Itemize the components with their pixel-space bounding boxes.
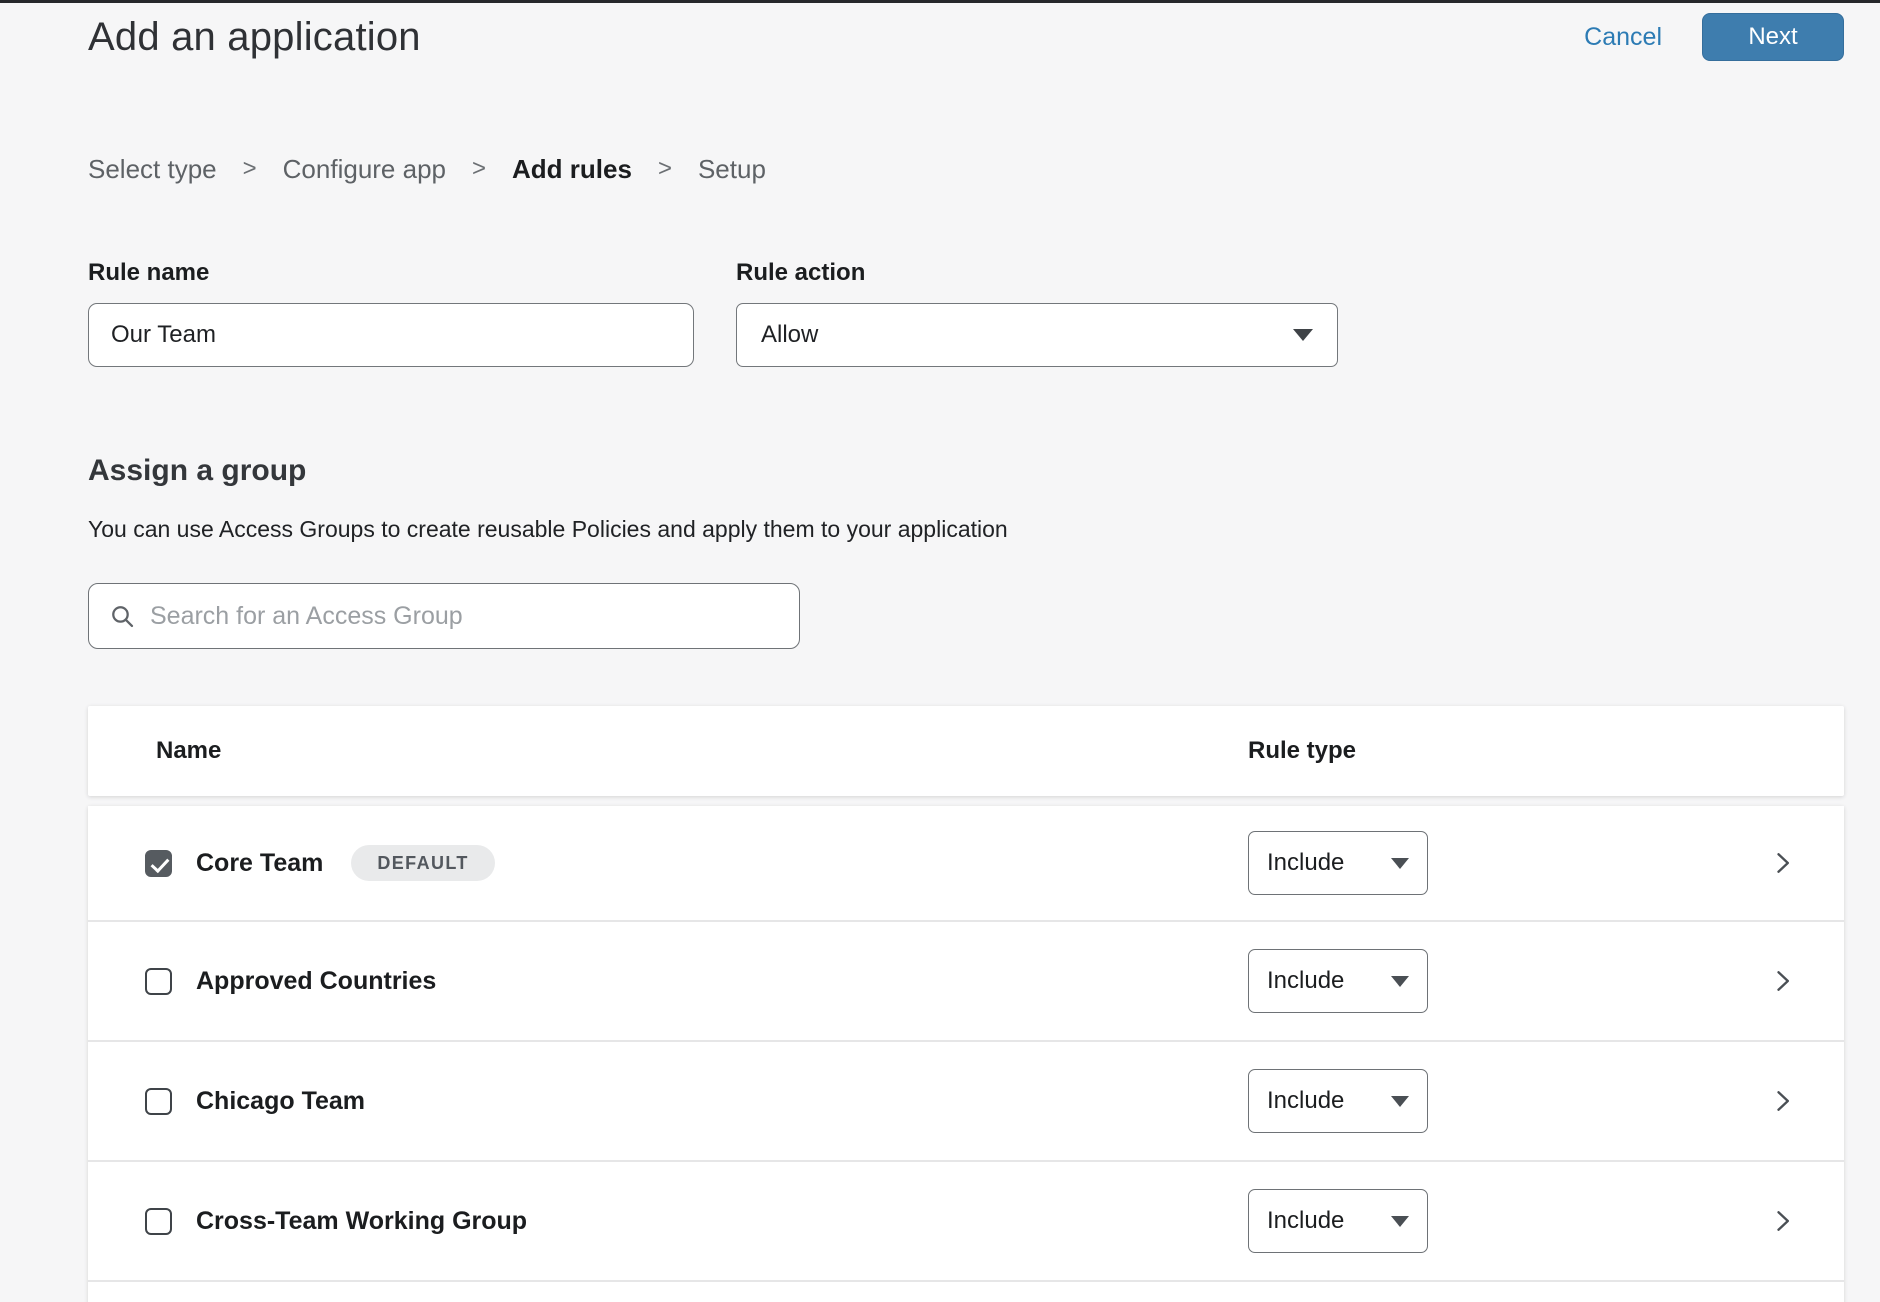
- chevron-right-icon[interactable]: [1768, 1207, 1796, 1235]
- caret-down-icon: [1293, 329, 1313, 341]
- step-separator-icon: >: [243, 153, 257, 185]
- row-checkbox[interactable]: [145, 968, 172, 995]
- groups-table: Core Team DEFAULT Include Approved Count…: [88, 806, 1844, 1302]
- step-configure-app[interactable]: Configure app: [283, 153, 446, 185]
- column-header-name: Name: [156, 737, 1248, 765]
- table-row[interactable]: Cross-Team Working Group Include: [88, 1162, 1844, 1282]
- next-button[interactable]: Next: [1702, 13, 1844, 61]
- rule-name-label: Rule name: [88, 259, 694, 287]
- table-row[interactable]: Approved Countries Include: [88, 922, 1844, 1042]
- step-separator-icon: >: [658, 153, 672, 185]
- caret-down-icon: [1391, 976, 1409, 987]
- rule-name-input[interactable]: [88, 303, 694, 367]
- search-input[interactable]: [150, 602, 779, 631]
- row-checkbox[interactable]: [145, 1088, 172, 1115]
- group-name: Core Team: [196, 849, 323, 878]
- group-name: Cross-Team Working Group: [196, 1207, 527, 1236]
- group-name: Chicago Team: [196, 1087, 365, 1116]
- table-row[interactable]: Core Team DEFAULT Include: [88, 806, 1844, 922]
- step-select-type[interactable]: Select type: [88, 153, 217, 185]
- search-icon: [109, 603, 136, 630]
- caret-down-icon: [1391, 1216, 1409, 1227]
- cancel-button[interactable]: Cancel: [1584, 23, 1662, 52]
- table-row[interactable]: Chicago Team Include: [88, 1042, 1844, 1162]
- page-header: Add an application Cancel Next: [88, 11, 1844, 63]
- header-actions: Cancel Next: [1584, 13, 1844, 61]
- rule-action-value: Allow: [761, 321, 818, 349]
- row-name-cell: Approved Countries: [145, 967, 1248, 996]
- rule-type-value: Include: [1267, 849, 1344, 877]
- step-separator-icon: >: [472, 153, 486, 185]
- groups-table-header: Name Rule type: [88, 706, 1844, 796]
- caret-down-icon: [1391, 1096, 1409, 1107]
- default-badge: DEFAULT: [351, 845, 494, 881]
- rule-type-select[interactable]: Include: [1248, 831, 1428, 895]
- group-name: Approved Countries: [196, 967, 436, 996]
- page-title: Add an application: [88, 11, 421, 63]
- rule-type-select[interactable]: Include: [1248, 1069, 1428, 1133]
- rule-action-label: Rule action: [736, 259, 1338, 287]
- assign-group-heading: Assign a group: [88, 453, 1844, 489]
- rule-type-value: Include: [1267, 967, 1344, 995]
- rule-action-select[interactable]: Allow: [736, 303, 1338, 367]
- access-group-search[interactable]: [88, 583, 800, 649]
- step-setup[interactable]: Setup: [698, 153, 766, 185]
- row-checkbox[interactable]: [145, 1208, 172, 1235]
- rule-type-value: Include: [1267, 1087, 1344, 1115]
- row-name-cell: Cross-Team Working Group: [145, 1207, 1248, 1236]
- fields-row: Allow: [88, 303, 1844, 367]
- assign-group-description: You can use Access Groups to create reus…: [88, 515, 1844, 543]
- rule-type-select[interactable]: Include: [1248, 949, 1428, 1013]
- step-add-rules[interactable]: Add rules: [512, 153, 632, 185]
- row-checkbox[interactable]: [145, 850, 172, 877]
- chevron-right-icon[interactable]: [1768, 967, 1796, 995]
- chevron-right-icon[interactable]: [1768, 849, 1796, 877]
- row-name-cell: Chicago Team: [145, 1087, 1248, 1116]
- wizard-steps: Select type > Configure app > Add rules …: [88, 153, 1844, 185]
- row-name-cell: Core Team DEFAULT: [145, 845, 1248, 881]
- caret-down-icon: [1391, 858, 1409, 869]
- column-header-rule-type: Rule type: [1248, 737, 1356, 765]
- add-application-page: Add an application Cancel Next Select ty…: [0, 11, 1880, 1302]
- rule-type-select[interactable]: Include: [1248, 1189, 1428, 1253]
- rule-type-value: Include: [1267, 1207, 1344, 1235]
- window-top-edge: [0, 0, 1880, 3]
- field-labels-row: Rule name Rule action: [88, 259, 1844, 287]
- chevron-right-icon[interactable]: [1768, 1087, 1796, 1115]
